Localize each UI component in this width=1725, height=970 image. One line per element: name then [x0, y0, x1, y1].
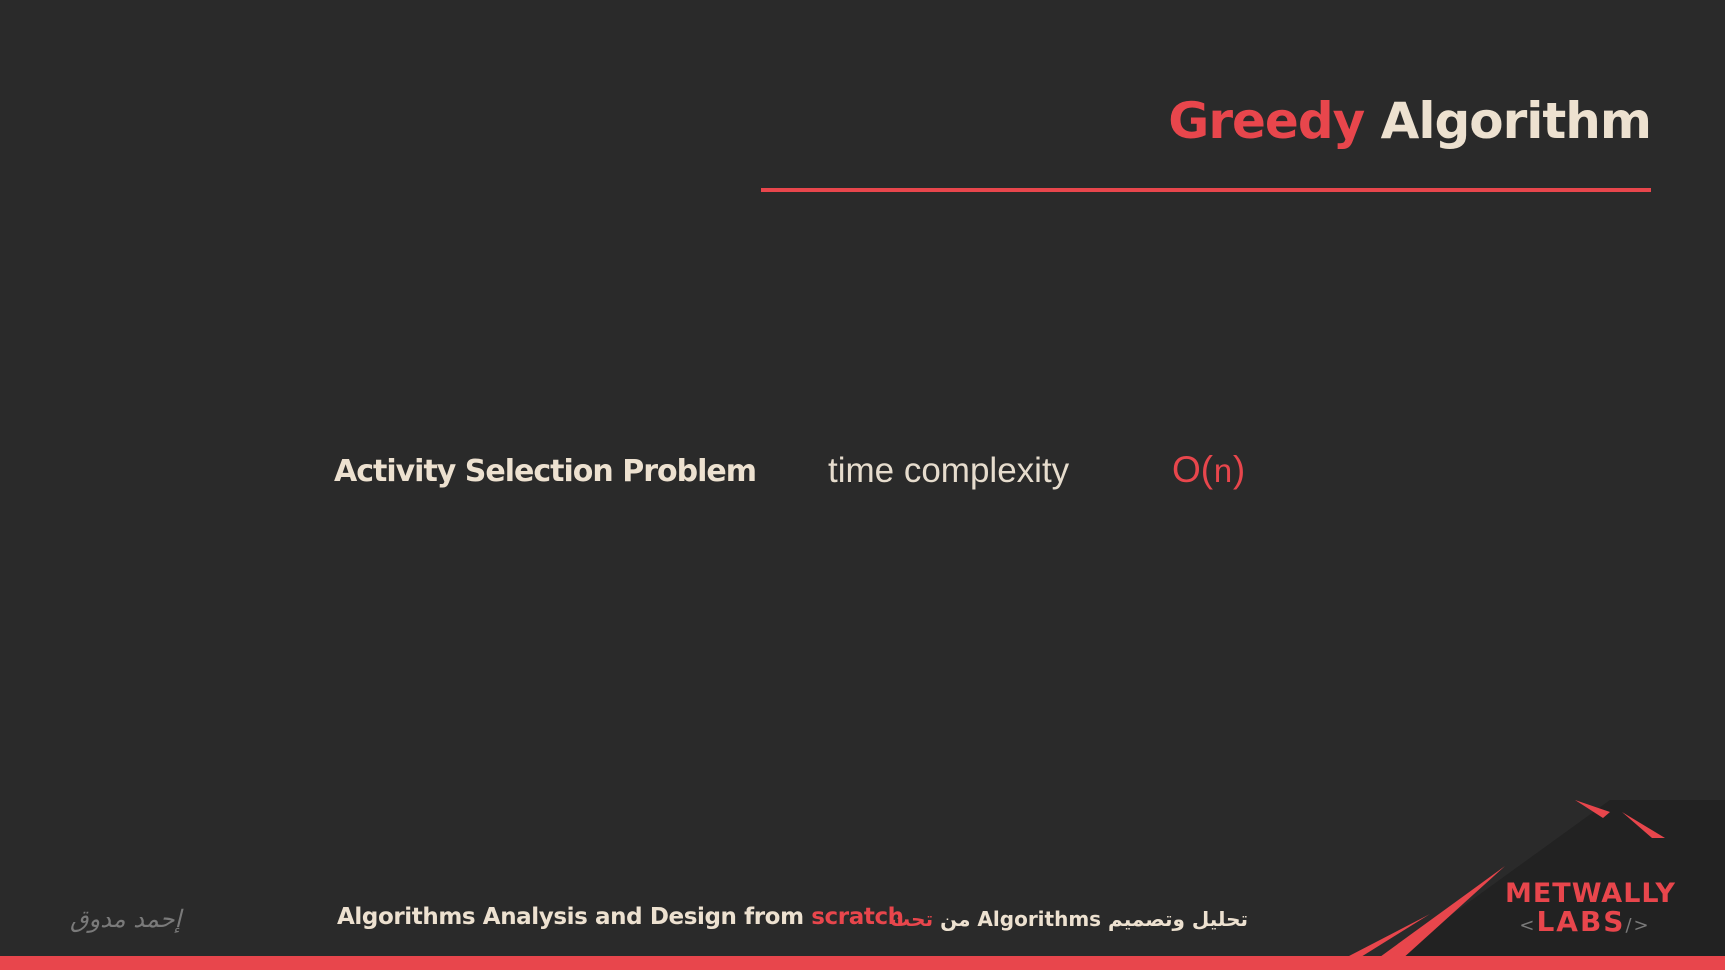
course-title-prefix: Algorithms Analysis and Design from: [337, 904, 804, 930]
course-title-ar-accent: تحت: [890, 907, 934, 931]
logo-bracket-left: <: [1519, 915, 1537, 936]
title-underline: [761, 188, 1651, 192]
complexity-value: O(n): [1172, 449, 1245, 492]
logo-line2: <LABS/>: [1505, 908, 1665, 940]
metwally-labs-logo: METWALLY <LABS/>: [1505, 878, 1676, 940]
title-greedy: Greedy: [1168, 92, 1365, 150]
logo-bracket-right: />: [1625, 915, 1651, 936]
title-algorithm: Algorithm: [1380, 92, 1652, 150]
complexity-prefix: O(: [1172, 449, 1214, 490]
complexity-suffix: ): [1232, 449, 1246, 490]
complexity-var: n: [1213, 455, 1233, 492]
complexity-label: time complexity: [828, 451, 1070, 490]
bottom-accent-bar: [0, 956, 1725, 970]
author-signature: إحمد مدوق: [70, 905, 182, 933]
course-title-ar-main: تحليل وتصميم Algorithms من: [940, 907, 1249, 931]
course-title-ar: تحليل وتصميم Algorithms من تحت: [890, 907, 1248, 931]
logo-line2-text: LABS: [1536, 905, 1626, 938]
slide-title: Greedy Algorithm: [1168, 92, 1652, 150]
logo-line1: METWALLY: [1505, 878, 1676, 909]
course-title-en: Algorithms Analysis and Design from scra…: [337, 904, 904, 930]
problem-name: Activity Selection Problem: [334, 454, 757, 489]
